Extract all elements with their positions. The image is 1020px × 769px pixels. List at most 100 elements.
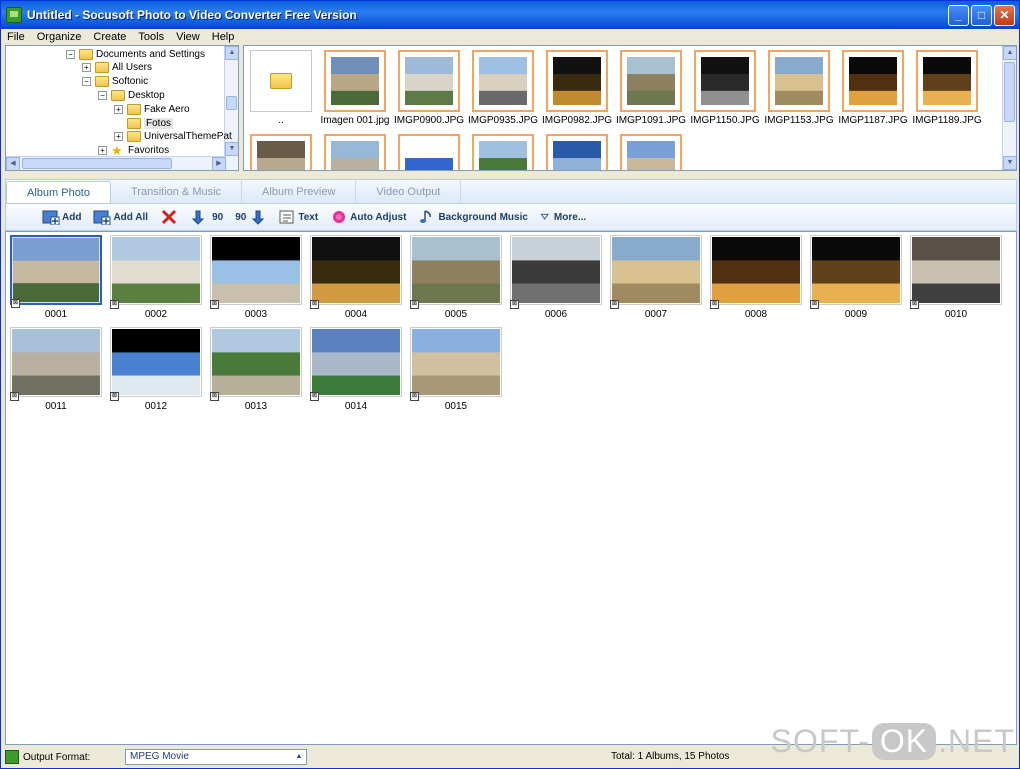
album-photo-item[interactable]: ⊠ 0008 bbox=[710, 235, 806, 320]
tree-vertical-scrollbar[interactable]: ▲ ▼ bbox=[224, 46, 238, 170]
tab-album-preview[interactable]: Album Preview bbox=[242, 181, 357, 203]
maximize-button[interactable]: □ bbox=[971, 4, 992, 26]
menu-organize[interactable]: Organize bbox=[31, 31, 88, 43]
file-browser[interactable]: ▲ ▼ .. Imagen 001.jpg IMGP0900.JPG IMGP0935… bbox=[243, 45, 1017, 171]
album-photo-list[interactable]: ⊠ 0001 ⊠ 0002 ⊠ 0003 ⊠ 0004 ⊠ 0005 ⊠ 0006 ⊠ 0007 ⊠ 0008… bbox=[5, 231, 1017, 745]
files-vertical-scrollbar[interactable]: ▲ ▼ bbox=[1002, 46, 1016, 170]
album-photo-item[interactable]: ⊠ 0014 bbox=[310, 327, 406, 412]
photo-effect-icon[interactable]: ⊠ bbox=[910, 300, 919, 309]
file-item[interactable]: IMGP1150.JPG bbox=[688, 50, 762, 126]
photo-effect-icon[interactable]: ⊠ bbox=[510, 300, 519, 309]
photo-effect-icon[interactable]: ⊠ bbox=[810, 300, 819, 309]
photo-effect-icon[interactable]: ⊠ bbox=[110, 392, 119, 401]
file-item[interactable]: IMGP1187.JPG bbox=[836, 50, 910, 126]
file-item[interactable] bbox=[614, 134, 688, 170]
album-photo-item[interactable]: ⊠ 0013 bbox=[210, 327, 306, 412]
album-photo-item[interactable]: ⊠ 0002 bbox=[110, 235, 206, 320]
album-photo-item[interactable]: ⊠ 0009 bbox=[810, 235, 906, 320]
scroll-up-icon[interactable]: ▲ bbox=[225, 46, 238, 60]
photo-effect-icon[interactable]: ⊠ bbox=[310, 300, 319, 309]
photo-effect-icon[interactable]: ⊠ bbox=[10, 392, 19, 401]
collapse-icon[interactable]: − bbox=[98, 90, 107, 100]
scroll-right-icon[interactable]: ▶ bbox=[212, 157, 226, 170]
expand-icon[interactable]: + bbox=[82, 63, 91, 73]
menu-help[interactable]: Help bbox=[206, 31, 241, 43]
file-item[interactable]: IMGP1091.JPG bbox=[614, 50, 688, 126]
photo-effect-icon[interactable]: ⊠ bbox=[11, 299, 20, 308]
file-item[interactable] bbox=[466, 134, 540, 170]
album-photo-item[interactable]: ⊠ 0007 bbox=[610, 235, 706, 320]
parent-folder-item[interactable]: .. bbox=[244, 50, 318, 126]
photo-effect-icon[interactable]: ⊠ bbox=[410, 392, 419, 401]
photo-effect-icon[interactable]: ⊠ bbox=[210, 392, 219, 401]
album-photo-item[interactable]: ⊠ 0006 bbox=[510, 235, 606, 320]
minimize-button[interactable]: _ bbox=[948, 4, 969, 26]
tree-node-fake-aero[interactable]: + Fake Aero bbox=[114, 102, 190, 116]
file-item[interactable] bbox=[318, 134, 392, 170]
text-button[interactable]: Text bbox=[278, 209, 318, 225]
scroll-down-icon[interactable]: ▼ bbox=[1003, 156, 1016, 170]
add-button[interactable]: Add bbox=[42, 209, 81, 225]
album-photo-item[interactable]: ⊠ 0012 bbox=[110, 327, 206, 412]
album-photo-item[interactable]: ⊠ 0005 bbox=[410, 235, 506, 320]
album-photo-item[interactable]: ⊠ 0010 bbox=[910, 235, 1006, 320]
file-item[interactable] bbox=[244, 134, 318, 170]
more-button[interactable]: More... bbox=[540, 209, 586, 225]
tree-node-fotos[interactable]: Fotos bbox=[114, 116, 174, 130]
photo-effect-icon[interactable]: ⊠ bbox=[710, 300, 719, 309]
rotate-right-button[interactable]: 90 bbox=[235, 209, 266, 225]
file-item[interactable] bbox=[540, 134, 614, 170]
auto-adjust-button[interactable]: Auto Adjust bbox=[330, 209, 406, 225]
album-photo-item[interactable]: ⊠ 0015 bbox=[410, 327, 506, 412]
tree-node-softonic[interactable]: − Softonic bbox=[82, 75, 148, 89]
tree-hscroll-thumb[interactable] bbox=[22, 158, 172, 169]
scroll-up-icon[interactable]: ▲ bbox=[1003, 46, 1016, 60]
album-photo-item[interactable]: ⊠ 0011 bbox=[10, 327, 106, 412]
file-item[interactable]: IMGP0982.JPG bbox=[540, 50, 614, 126]
close-button[interactable]: ✕ bbox=[994, 4, 1015, 26]
menu-file[interactable]: File bbox=[1, 31, 31, 43]
menu-create[interactable]: Create bbox=[87, 31, 132, 43]
tree-node-desktop[interactable]: − Desktop bbox=[98, 88, 165, 102]
output-format-select[interactable]: MPEG Movie ▲ bbox=[125, 749, 307, 765]
scroll-down-icon[interactable]: ▼ bbox=[225, 142, 238, 156]
expand-icon[interactable]: + bbox=[114, 104, 123, 114]
collapse-icon[interactable]: − bbox=[66, 49, 75, 59]
tree-horizontal-scrollbar[interactable]: ◀ ▶ bbox=[6, 156, 226, 170]
tab-album-photo[interactable]: Album Photo bbox=[6, 181, 111, 203]
chevron-up-icon[interactable]: ▲ bbox=[294, 751, 304, 763]
album-photo-item[interactable]: ⊠ 0003 bbox=[210, 235, 306, 320]
file-item[interactable]: IMGP0935.JPG bbox=[466, 50, 540, 126]
delete-button[interactable] bbox=[160, 209, 180, 225]
photo-effect-icon[interactable]: ⊠ bbox=[110, 300, 119, 309]
file-item[interactable]: IMGP1153.JPG bbox=[762, 50, 836, 126]
file-item[interactable] bbox=[392, 134, 466, 170]
tree-scroll-thumb[interactable] bbox=[226, 96, 237, 110]
tree-node-all-users[interactable]: + All Users bbox=[82, 61, 152, 75]
file-item[interactable]: IMGP0900.JPG bbox=[392, 50, 466, 126]
photo-effect-icon[interactable]: ⊠ bbox=[210, 300, 219, 309]
tab-video-output[interactable]: Video Output bbox=[356, 181, 462, 203]
expand-icon[interactable]: + bbox=[98, 146, 107, 156]
tab-transition-music[interactable]: Transition & Music bbox=[111, 181, 243, 203]
files-scroll-thumb[interactable] bbox=[1004, 62, 1015, 122]
tree-node-universalthemepat[interactable]: + UniversalThemePat bbox=[114, 130, 232, 144]
background-music-button[interactable]: Background Music bbox=[418, 209, 528, 225]
photo-effect-icon[interactable]: ⊠ bbox=[610, 300, 619, 309]
folder-tree[interactable]: ▲ ▼ ◀ ▶ − Documents and Settings + All User… bbox=[5, 45, 239, 171]
menu-view[interactable]: View bbox=[170, 31, 206, 43]
album-photo-item[interactable]: ⊠ 0001 bbox=[10, 235, 106, 320]
tree-node-documents-and-settings[interactable]: − Documents and Settings bbox=[66, 47, 205, 61]
menu-tools[interactable]: Tools bbox=[132, 31, 170, 43]
tree-node-favoritos[interactable]: + ★ Favoritos bbox=[98, 144, 169, 158]
photo-effect-icon[interactable]: ⊠ bbox=[410, 300, 419, 309]
expand-icon[interactable]: + bbox=[114, 132, 123, 142]
scroll-left-icon[interactable]: ◀ bbox=[6, 157, 20, 170]
file-item[interactable]: IMGP1189.JPG bbox=[910, 50, 984, 126]
title-bar[interactable]: Untitled - Socusoft Photo to Video Conve… bbox=[1, 1, 1019, 29]
photo-effect-icon[interactable]: ⊠ bbox=[310, 392, 319, 401]
album-photo-item[interactable]: ⊠ 0004 bbox=[310, 235, 406, 320]
add-all-button[interactable]: Add All bbox=[93, 209, 148, 225]
rotate-left-button[interactable]: 90 bbox=[192, 209, 223, 225]
file-item[interactable]: Imagen 001.jpg bbox=[318, 50, 392, 126]
